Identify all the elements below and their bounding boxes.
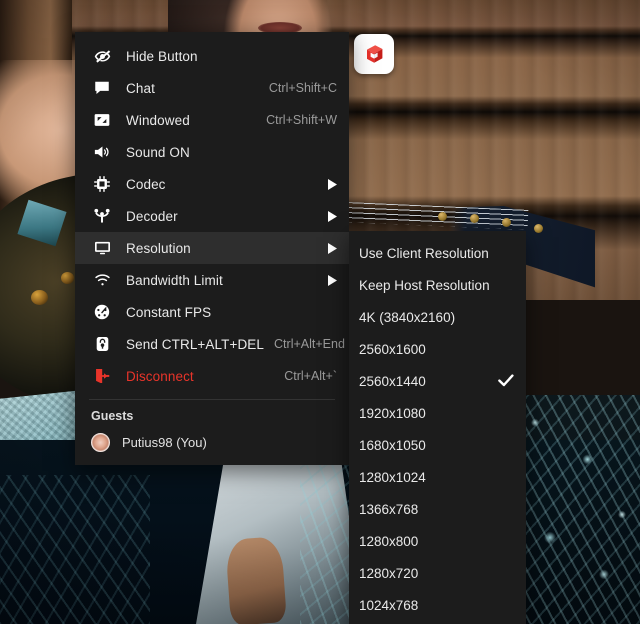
submenu-item-label: 4K (3840x2160) <box>359 309 456 325</box>
menu-item-send-ctrl-alt-del[interactable]: Send CTRL+ALT+DEL Ctrl+Alt+End <box>75 328 349 360</box>
parsec-logo-icon <box>361 41 387 67</box>
chevron-right-icon <box>327 210 337 222</box>
speaker-on-icon <box>91 142 113 162</box>
guest-name: Putius98 (You) <box>122 434 207 450</box>
parsec-overlay-button[interactable] <box>354 34 394 74</box>
menu-item-label: Disconnect <box>126 368 194 384</box>
submenu-item-use-client-resolution[interactable]: Use Client Resolution <box>349 237 526 269</box>
eye-slash-icon <box>91 46 113 66</box>
submenu-item-label: Use Client Resolution <box>359 245 489 261</box>
submenu-item-2560x1440[interactable]: 2560x1440 <box>349 365 526 397</box>
menu-item-label: Send CTRL+ALT+DEL <box>126 336 265 352</box>
submenu-item-label: Keep Host Resolution <box>359 277 490 293</box>
guests-heading: Guests <box>91 409 134 423</box>
submenu-item-1366x768[interactable]: 1366x768 <box>349 493 526 525</box>
speedometer-icon <box>91 302 113 322</box>
decoder-icon <box>91 206 113 226</box>
submenu-item-1280x800[interactable]: 1280x800 <box>349 525 526 557</box>
exit-icon <box>91 366 113 386</box>
menu-item-decoder[interactable]: Decoder <box>75 200 349 232</box>
submenu-item-label: 2560x1600 <box>359 341 426 357</box>
resolution-submenu: Use Client Resolution Keep Host Resoluti… <box>349 231 526 624</box>
menu-item-disconnect[interactable]: Disconnect Ctrl+Alt+` <box>75 360 349 392</box>
menu-item-label: Codec <box>126 176 166 192</box>
submenu-item-4k[interactable]: 4K (3840x2160) <box>349 301 526 333</box>
menu-item-label: Hide Button <box>126 48 198 64</box>
chip-icon <box>91 174 113 194</box>
submenu-item-label: 1024x768 <box>359 597 419 613</box>
menu-item-constant-fps[interactable]: Constant FPS <box>75 296 349 328</box>
submenu-item-label: 1280x720 <box>359 565 419 581</box>
wifi-icon <box>91 270 113 290</box>
windowed-icon <box>91 110 113 130</box>
avatar-icon <box>91 432 110 452</box>
submenu-item-label: 1366x768 <box>359 501 419 517</box>
menu-item-label: Chat <box>126 80 155 96</box>
submenu-item-1920x1080[interactable]: 1920x1080 <box>349 397 526 429</box>
menu-item-shortcut: Ctrl+Shift+C <box>268 81 337 95</box>
menu-item-shortcut: Ctrl+Alt+End <box>274 337 345 351</box>
menu-item-chat[interactable]: Chat Ctrl+Shift+C <box>75 72 349 104</box>
menu-item-hide-button[interactable]: Hide Button <box>75 40 349 72</box>
chevron-right-icon <box>327 274 337 286</box>
chevron-right-icon <box>327 178 337 190</box>
submenu-item-1680x1050[interactable]: 1680x1050 <box>349 429 526 461</box>
submenu-item-2560x1600[interactable]: 2560x1600 <box>349 333 526 365</box>
menu-item-codec[interactable]: Codec <box>75 168 349 200</box>
submenu-item-label: 1280x1024 <box>359 469 426 485</box>
menu-item-label: Sound ON <box>126 144 190 160</box>
submenu-item-label: 1920x1080 <box>359 405 426 421</box>
lock-icon <box>91 334 113 354</box>
submenu-item-label: 1680x1050 <box>359 437 426 453</box>
submenu-item-1280x720[interactable]: 1280x720 <box>349 557 526 589</box>
submenu-item-1280x1024[interactable]: 1280x1024 <box>349 461 526 493</box>
chevron-right-icon <box>327 242 337 254</box>
parsec-context-menu: Hide Button Chat Ctrl+Shift+C Windowed C… <box>75 32 349 465</box>
menu-item-windowed[interactable]: Windowed Ctrl+Shift+W <box>75 104 349 136</box>
menu-item-shortcut: Ctrl+Shift+W <box>266 113 337 127</box>
menu-item-shortcut: Ctrl+Alt+` <box>284 369 337 383</box>
chat-bubble-icon <box>91 78 113 98</box>
menu-item-label: Bandwidth Limit <box>126 272 223 288</box>
guest-list-item[interactable]: Putius98 (You) <box>75 427 349 457</box>
submenu-item-1024x768[interactable]: 1024x768 <box>349 589 526 621</box>
remote-desktop-session-screen: Hide Button Chat Ctrl+Shift+C Windowed C… <box>0 0 640 624</box>
menu-item-bandwidth-limit[interactable]: Bandwidth Limit <box>75 264 349 296</box>
menu-item-label: Decoder <box>126 208 178 224</box>
menu-item-label: Constant FPS <box>126 304 212 320</box>
submenu-item-label: 2560x1440 <box>359 373 426 389</box>
submenu-item-label: 1280x800 <box>359 533 419 549</box>
check-icon <box>498 374 514 388</box>
menu-item-sound[interactable]: Sound ON <box>75 136 349 168</box>
menu-item-label: Windowed <box>126 112 190 128</box>
monitor-icon <box>91 238 113 258</box>
menu-item-resolution[interactable]: Resolution <box>75 232 349 264</box>
submenu-item-keep-host-resolution[interactable]: Keep Host Resolution <box>349 269 526 301</box>
menu-item-label: Resolution <box>126 240 191 256</box>
